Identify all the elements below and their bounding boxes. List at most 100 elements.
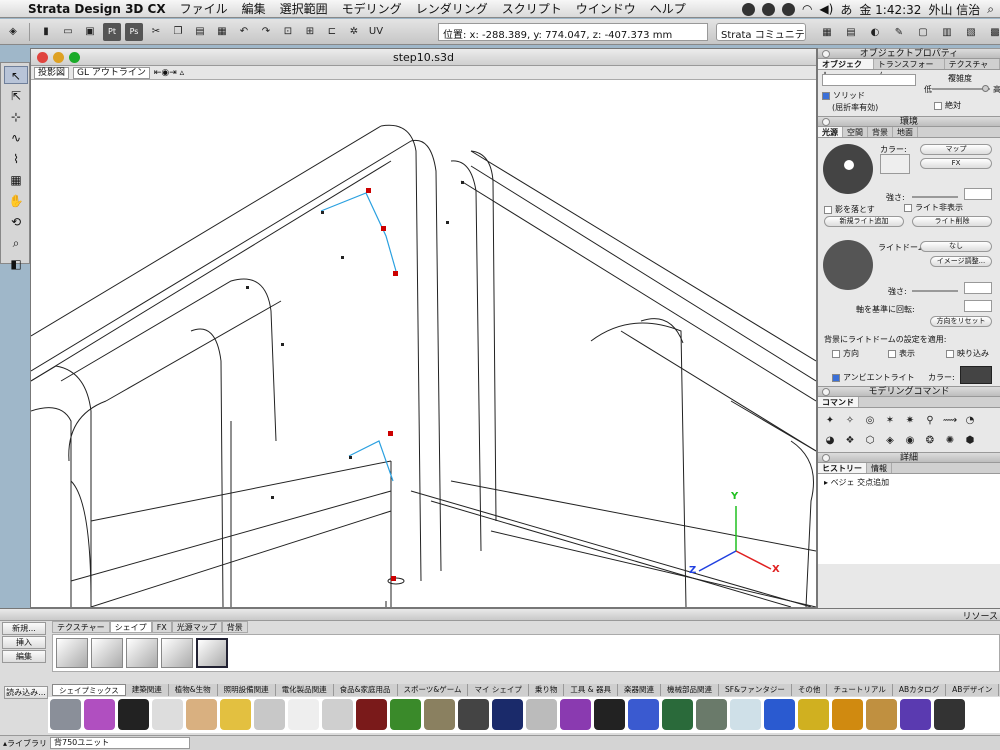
- undo-icon[interactable]: ↶: [235, 23, 253, 41]
- ambient-checkbox[interactable]: [832, 373, 840, 382]
- ungroup-icon[interactable]: ⊞: [301, 23, 319, 41]
- collapse-icon[interactable]: [822, 118, 830, 126]
- time-machine-icon[interactable]: [761, 2, 775, 16]
- export-icon[interactable]: ▩: [986, 23, 1000, 41]
- category-tab[interactable]: チュートリアル: [827, 684, 893, 696]
- 3d-viewport[interactable]: Y X Z: [31, 81, 816, 607]
- menubar-clock[interactable]: 金 1:42:32: [859, 1, 921, 18]
- bucket-icon[interactable]: [934, 699, 965, 730]
- camera-icon[interactable]: ▤: [842, 23, 860, 41]
- command-icon[interactable]: ⬢: [961, 431, 979, 449]
- chest-icon[interactable]: [390, 699, 421, 730]
- save-icon[interactable]: ▣: [81, 23, 99, 41]
- saxophone-icon[interactable]: [220, 699, 251, 730]
- tab-command[interactable]: コマンド: [818, 397, 859, 407]
- figure-icon[interactable]: [662, 699, 693, 730]
- status-icon[interactable]: [741, 2, 755, 16]
- lightdome-select[interactable]: なし: [920, 241, 992, 252]
- photoshop-export-icon[interactable]: Pt: [103, 22, 121, 41]
- category-tab[interactable]: マイ シェイプ: [468, 684, 529, 696]
- ring-icon[interactable]: [798, 699, 829, 730]
- history-item[interactable]: ▸ ベジェ 交点追加: [824, 477, 994, 488]
- link-icon[interactable]: ⊏: [323, 23, 341, 41]
- command-icon[interactable]: ✶: [881, 411, 899, 429]
- bluetooth-icon[interactable]: [781, 2, 795, 16]
- statue-icon[interactable]: [50, 699, 81, 730]
- tab-light[interactable]: 光源: [818, 127, 843, 137]
- hide-light-checkbox[interactable]: [904, 203, 912, 212]
- lizard-icon[interactable]: [866, 699, 897, 730]
- tab-object[interactable]: オブジェクト: [818, 59, 874, 80]
- community-select[interactable]: Strata コミュニテ...: [716, 23, 806, 41]
- tab-ground[interactable]: 地面: [893, 127, 918, 137]
- zoom-tool-icon[interactable]: ⌕: [4, 234, 28, 252]
- globe-icon[interactable]: [832, 699, 863, 730]
- command-icon[interactable]: ◕: [821, 431, 839, 449]
- new-document-icon[interactable]: ▮: [37, 23, 55, 41]
- robot-icon[interactable]: [254, 699, 285, 730]
- category-tab[interactable]: ABカタログ: [893, 684, 947, 696]
- library-toggle[interactable]: ▴ライブラリ: [0, 738, 50, 749]
- light-handle-icon[interactable]: [844, 160, 854, 170]
- volume-icon[interactable]: ◀): [819, 2, 833, 16]
- complexity-knob[interactable]: [982, 85, 989, 92]
- dome-intensity-slider[interactable]: [912, 290, 958, 292]
- load-button[interactable]: 読み込み...: [4, 686, 48, 699]
- copy-icon[interactable]: ❐: [169, 23, 187, 41]
- shape-thumbnail[interactable]: [91, 638, 123, 668]
- render-mode-select[interactable]: GL アウトライン: [73, 66, 150, 79]
- command-icon[interactable]: ❖: [841, 431, 859, 449]
- minimize-icon[interactable]: [53, 52, 64, 63]
- settings-icon[interactable]: ✲: [345, 23, 363, 41]
- dome-intensity-field[interactable]: [964, 282, 992, 294]
- glasses-icon[interactable]: [322, 699, 353, 730]
- grid-tool-icon[interactable]: ▦: [4, 171, 28, 189]
- cut-icon[interactable]: ✂: [147, 23, 165, 41]
- menu-help[interactable]: ヘルプ: [650, 0, 686, 17]
- layers-icon[interactable]: ▥: [938, 23, 956, 41]
- category-tab[interactable]: ABデザイン: [946, 684, 1000, 696]
- view-controls-icon[interactable]: ⇤◉⇥ ▵: [154, 68, 184, 78]
- balls-icon[interactable]: [152, 699, 183, 730]
- tab-texture[interactable]: テクスチャー: [945, 59, 1000, 80]
- uv-icon[interactable]: UV: [367, 23, 385, 41]
- path-tool-icon[interactable]: ⌇: [4, 150, 28, 168]
- bezier-tool-icon[interactable]: ∿: [4, 129, 28, 147]
- rotate-field[interactable]: [964, 300, 992, 312]
- lock-icon[interactable]: ▢: [914, 23, 932, 41]
- shadow-checkbox[interactable]: [824, 205, 832, 214]
- solid-checkbox[interactable]: [822, 91, 830, 100]
- menubar-user[interactable]: 外山 信治: [928, 1, 980, 18]
- intensity-field[interactable]: [964, 188, 992, 200]
- sphere-icon[interactable]: [560, 699, 591, 730]
- command-icon[interactable]: ✦: [821, 411, 839, 429]
- shape-thumbnail[interactable]: [56, 638, 88, 668]
- redo-icon[interactable]: ↷: [257, 23, 275, 41]
- group-icon[interactable]: ⊡: [279, 23, 297, 41]
- category-tab[interactable]: 機械部品関連: [661, 684, 719, 696]
- hand-tool-icon[interactable]: ✋: [4, 192, 28, 210]
- close-icon[interactable]: [37, 52, 48, 63]
- tab-history[interactable]: ヒストリー: [818, 463, 867, 473]
- tab-space[interactable]: 空間: [843, 127, 868, 137]
- category-tab[interactable]: 乗り物: [529, 684, 565, 696]
- menu-window[interactable]: ウインドウ: [576, 0, 636, 17]
- light-color-swatch[interactable]: [880, 154, 910, 174]
- tab-shape[interactable]: シェイプ: [109, 621, 152, 633]
- library-select[interactable]: 背750ユニット: [50, 737, 190, 749]
- menu-edit[interactable]: 編集: [242, 0, 266, 17]
- edit-button[interactable]: 編集: [2, 650, 46, 663]
- phone-icon[interactable]: [696, 699, 727, 730]
- menu-selection[interactable]: 選択範囲: [280, 0, 328, 17]
- tab-background[interactable]: 背景: [868, 127, 893, 137]
- category-tab[interactable]: 植物&生物: [169, 684, 218, 696]
- reflect-checkbox[interactable]: [946, 349, 954, 358]
- camera-icon[interactable]: [458, 699, 489, 730]
- recycle-icon[interactable]: [764, 699, 795, 730]
- category-tab[interactable]: 楽器関連: [618, 684, 661, 696]
- paint-icon[interactable]: ✎: [890, 23, 908, 41]
- collapse-icon[interactable]: [822, 454, 830, 462]
- intensity-slider[interactable]: [912, 196, 958, 198]
- mat-icon[interactable]: [84, 699, 115, 730]
- app-menu[interactable]: Strata Design 3D CX: [28, 2, 166, 16]
